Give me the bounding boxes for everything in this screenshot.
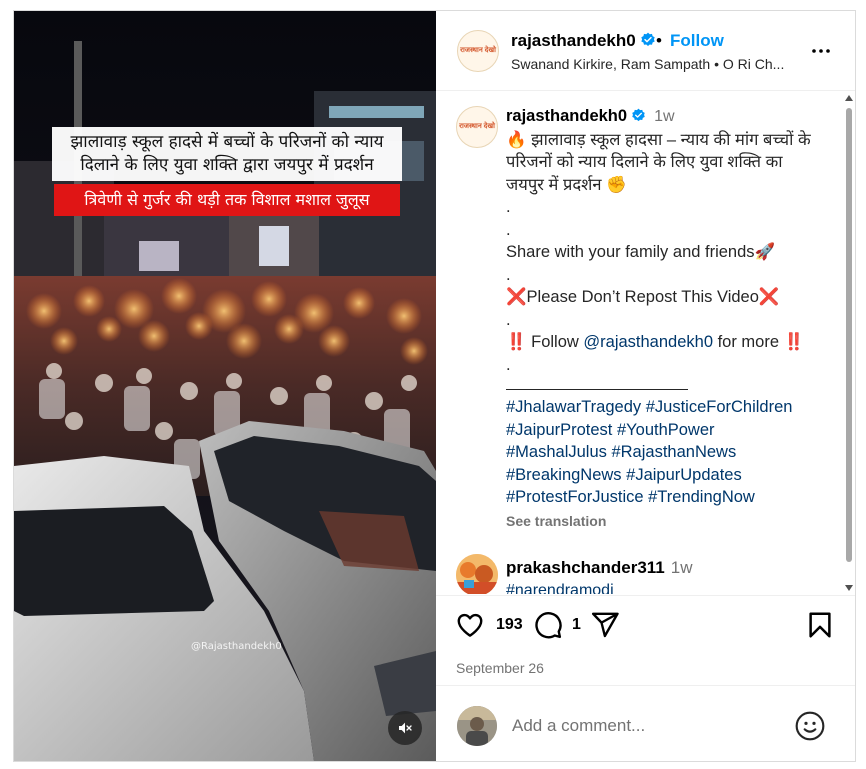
caption-dot: .	[506, 265, 511, 284]
scroll-down-arrow-icon[interactable]	[845, 585, 853, 591]
caption-headline: 🔥 झालावाड़ स्कूल हादसा – न्याय की मांग ब…	[506, 130, 811, 194]
caption-username[interactable]: rajasthandekh0	[506, 107, 627, 125]
post-dialog: झालावाड़ स्कूल हादसे में बच्चों के परिजन…	[13, 10, 856, 762]
caption-no-repost-line: ❌Please Don’t Repost This Video❌	[506, 288, 780, 306]
post-actions-bar: 193 1 September 26	[436, 595, 855, 685]
commenter-username[interactable]: prakashchander311 1w	[506, 558, 693, 578]
caption-dot: .	[506, 310, 511, 329]
caption-share-line: Share with your family and friends🚀	[506, 243, 776, 261]
hashtag-line[interactable]: #JaipurProtest #YouthPower	[506, 419, 824, 442]
comment-button[interactable]	[533, 610, 563, 640]
heart-icon	[457, 613, 483, 637]
comment-input[interactable]	[512, 711, 782, 741]
share-button[interactable]	[590, 610, 620, 640]
video-watermark: @Rajasthandekh0	[191, 641, 282, 652]
comment-icon	[535, 612, 562, 639]
caption-mention-link[interactable]: @rajasthandekh0	[583, 333, 713, 351]
like-button[interactable]	[455, 610, 485, 640]
hashtag-line[interactable]: #ProtestForJustice #TrendingNow	[506, 486, 824, 509]
follow-line-suffix: for more ‼️	[713, 333, 805, 351]
hashtag-line[interactable]: #MashalJulus #RajasthanNews	[506, 441, 824, 464]
commenter-avatar[interactable]	[456, 554, 498, 594]
emoji-button[interactable]	[794, 710, 826, 742]
caption-dot: .	[506, 220, 511, 239]
follow-button[interactable]: Follow	[670, 31, 724, 51]
caption-timestamp[interactable]: 1w	[654, 108, 674, 125]
share-icon	[591, 612, 619, 638]
post-header: राजस्थान देखो rajasthandekh0 • Follow Sw…	[436, 11, 855, 91]
hashtag-line[interactable]: #JhalawarTragedy #JusticeForChildren	[506, 396, 824, 419]
video-caption-overlay: झालावाड़ स्कूल हादसे में बच्चों के परिजन…	[52, 127, 402, 181]
caption-dot: .	[506, 198, 511, 216]
like-count[interactable]: 193	[496, 616, 523, 634]
emoji-icon	[795, 711, 825, 741]
more-options-button[interactable]	[809, 39, 833, 63]
audio-attribution[interactable]: Swanand Kirkire, Ram Sampath • O Ri Ch..…	[511, 56, 811, 72]
scrollbar-thumb[interactable]	[846, 108, 852, 562]
vertical-scrollbar[interactable]	[843, 94, 855, 594]
mute-button[interactable]	[388, 711, 422, 745]
author-username[interactable]: rajasthandekh0	[511, 31, 656, 51]
save-button[interactable]	[805, 610, 835, 640]
mute-icon	[399, 722, 412, 734]
post-caption: rajasthandekh0 1w 🔥 झालावाड़ स्कूल हादसा …	[506, 105, 824, 532]
commenter-username-text: prakashchander311	[506, 558, 665, 577]
see-translation-link[interactable]: See translation	[506, 510, 824, 533]
verified-badge-icon	[641, 32, 655, 46]
follow-line-prefix: ‼️ Follow	[506, 333, 584, 351]
video-player[interactable]: झालावाड़ स्कूल हादसे में बच्चों के परिजन…	[14, 11, 436, 761]
comment-timestamp[interactable]: 1w	[671, 558, 693, 577]
commenter-avatar-image	[456, 554, 498, 594]
video-subtitle-overlay: त्रिवेणी से गुर्जर की थड़ी तक विशाल मशाल…	[54, 184, 400, 216]
comments-scroll-area[interactable]: राजस्थान देखो rajasthandekh0 1w 🔥 झालावाड…	[436, 92, 855, 594]
avatar-logo-text: राजस्थान देखो	[460, 47, 496, 54]
bookmark-icon	[809, 612, 831, 638]
hashtag-line[interactable]: #BreakingNews #JaipurUpdates	[506, 464, 824, 487]
scroll-up-arrow-icon[interactable]	[845, 95, 853, 101]
caption-dot: .	[506, 355, 511, 374]
header-separator: •	[656, 31, 662, 50]
current-user-avatar-image	[457, 706, 497, 746]
verified-badge-icon	[632, 108, 645, 122]
comment-count[interactable]: 1	[572, 616, 581, 634]
post-date[interactable]: September 26	[456, 660, 544, 676]
add-comment-form	[436, 685, 855, 761]
author-username-text: rajasthandekh0	[511, 31, 636, 50]
caption-avatar-logo-text: राजस्थान देखो	[459, 123, 495, 130]
caption-divider	[506, 376, 688, 390]
more-options-icon	[812, 49, 830, 53]
caption-follow-line: ‼️ Follow @rajasthandekh0 for more ‼️	[506, 331, 824, 354]
current-user-avatar	[457, 706, 497, 746]
comment-text[interactable]: #narendramodi	[506, 582, 614, 594]
post-details-panel: राजस्थान देखो rajasthandekh0 • Follow Sw…	[436, 11, 855, 761]
author-avatar[interactable]: राजस्थान देखो	[457, 30, 499, 72]
caption-author-avatar[interactable]: राजस्थान देखो	[456, 106, 498, 148]
